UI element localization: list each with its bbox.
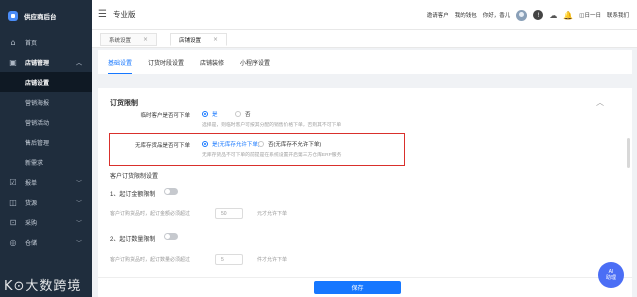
sidebar-item-label: 采购 (25, 220, 38, 227)
watermark-logo: K⊙大数跨境 (4, 279, 82, 294)
subtab-basic[interactable]: 基础设置 (108, 58, 133, 74)
radio-dot (202, 111, 208, 117)
radio-label: 否(无库存不允许下单) (268, 142, 322, 148)
rule2-prefix: 客户订购货品时，起订数量必须超过 (110, 257, 191, 263)
radio-dot (235, 111, 241, 117)
menu-toggle-icon[interactable]: ☰ (98, 9, 107, 20)
sidebar-item-home[interactable]: ⌂ 首页 (0, 32, 92, 52)
topbar: ☰ 专业版 邀请客户 我的钱包 你好，香儿 ! ☁ 🔔 ◫日一日 联系我们 (92, 0, 637, 30)
no-stock-label: 无库存货品是否可下单 (134, 143, 190, 149)
footer: 保存 (98, 277, 632, 297)
tab-label: 系统设置 (109, 37, 132, 44)
logo[interactable]: 供应商后台 (0, 0, 92, 32)
radio-dot (202, 141, 208, 147)
rule2-suffix: 件才允许下单 (257, 257, 288, 263)
subtab-order-time[interactable]: 订货时段设置 (148, 58, 184, 74)
rule1-suffix: 元才允许下单 (257, 211, 288, 217)
chevron-up-icon: ︿ (75, 59, 82, 67)
logo-text: 供应商后台 (24, 14, 57, 21)
temp-customer-no-radio[interactable]: 否 (235, 110, 251, 118)
no-stock-no-radio[interactable]: 否(无库存不允许下单) (258, 140, 321, 148)
rule1-prefix: 客户订购货品时，起订金额必须超过 (110, 211, 191, 217)
order-limit-card: 订货限制 ︿ 临时客户是否可下单 是 否 选择是，则临时客户可按其分配的销售价格… (98, 88, 632, 297)
sidebar-item-label: 仓储 (25, 240, 38, 247)
collapse-icon[interactable]: ︿ (596, 97, 604, 108)
edition-label: 专业版 (112, 10, 136, 19)
radio-label: 是(无库存允许下单) (212, 142, 260, 148)
invite-customer-link[interactable]: 邀请客户 (427, 11, 449, 19)
purchase-icon: ⊡ (9, 217, 17, 227)
temp-customer-label: 临时客户是否可下单 (140, 113, 190, 119)
warehouse-icon: ◎ (9, 237, 17, 247)
subtab-decoration[interactable]: 店铺装修 (200, 58, 224, 74)
tab-label: 店铺设置 (179, 37, 202, 44)
sidebar-subitem-marketing[interactable]: 营销活动 (0, 112, 92, 132)
tab-system-settings[interactable]: 系统设置 × (100, 33, 158, 46)
save-button[interactable]: 保存 (314, 281, 401, 294)
chevron-down-icon: ﹀ (75, 239, 82, 247)
topbar-right: 邀请客户 我的钱包 你好，香儿 ! ☁ 🔔 ◫日一日 联系我们 (427, 0, 629, 30)
scrollbar[interactable] (627, 138, 630, 168)
sidebar-item-label: 报单 (25, 180, 38, 187)
cloud-icon[interactable]: ☁ (549, 11, 557, 20)
rule1-title: 1、起订金额限制 (110, 192, 156, 198)
no-stock-yes-radio[interactable]: 是(无库存允许下单) (202, 140, 260, 148)
sidebar-item-orders[interactable]: ☑ 报单 ﹀ (0, 172, 92, 192)
rule2-title: 2、起订数量限制 (110, 237, 156, 243)
min-quantity-input[interactable]: 5 (215, 254, 243, 265)
no-stock-hint: 无库存货品不可下单的前提是在系统设置开启第三方仓库ERP服务 (202, 153, 342, 158)
signin-link[interactable]: ◫日一日 (579, 11, 601, 19)
sidebar-item-label: 店铺管理 (25, 60, 50, 67)
radio-label: 否 (245, 112, 251, 118)
close-icon[interactable]: × (143, 36, 148, 43)
tab-store-settings[interactable]: 店铺设置 × (170, 33, 228, 46)
chevron-down-icon: ﹀ (75, 199, 82, 207)
chevron-down-icon: ﹀ (75, 219, 82, 227)
sidebar-item-warehouse[interactable]: ◎ 仓储 ﹀ (0, 232, 92, 252)
highlight-box (109, 133, 405, 166)
sidebar-item-label: 首页 (25, 40, 38, 47)
sidebar-item-sources[interactable]: ◫ 货源 ﹀ (0, 192, 92, 212)
sidebar-subitem-store-settings[interactable]: 店铺设置 (0, 72, 92, 92)
sidebar-item-label: 货源 (25, 200, 38, 207)
ai-sub-label: 助理 (605, 275, 616, 281)
rules-title: 客户订货限制设置 (110, 174, 159, 180)
bell-icon[interactable]: 🔔 (563, 11, 573, 20)
min-amount-input[interactable]: 50 (215, 208, 243, 219)
wallet-link[interactable]: 我的钱包 (455, 11, 477, 19)
ai-assistant-button[interactable]: AI 助理 (598, 262, 624, 288)
sidebar-item-purchase[interactable]: ⊡ 采购 ﹀ (0, 212, 92, 232)
logo-icon (8, 11, 18, 21)
sidebar-subitem-poster[interactable]: 营销海报 (0, 92, 92, 112)
min-amount-toggle[interactable] (164, 188, 178, 195)
sidebar: 供应商后台 ⌂ 首页 ▣ 店铺管理 ︿ 店铺设置 营销海报 营销活动 售后管理 … (0, 0, 92, 297)
page-tabbar: 系统设置 × 店铺设置 × (92, 30, 637, 48)
info-icon[interactable]: ! (533, 10, 544, 20)
product-icon: ◫ (9, 197, 17, 207)
sidebar-subitem-requests[interactable]: 新需求 (0, 152, 92, 172)
sidebar-subitem-aftersale[interactable]: 售后管理 (0, 132, 92, 152)
home-icon: ⌂ (10, 37, 16, 47)
temp-customer-hint: 选择是，则临时客户可按其分配的销售价格下单，否则其不可下单 (202, 123, 342, 128)
greeting[interactable]: 你好，香儿 (483, 11, 511, 19)
avatar[interactable] (516, 9, 528, 21)
min-quantity-toggle[interactable] (164, 233, 178, 240)
contact-us-link[interactable]: 联系我们 (607, 11, 629, 19)
settings-subtabs: 基础设置 订货时段设置 店铺装修 小程序设置 (98, 50, 632, 74)
radio-dot (258, 141, 264, 147)
sidebar-item-store[interactable]: ▣ 店铺管理 ︿ (0, 52, 92, 72)
order-icon: ☑ (9, 177, 17, 187)
chevron-down-icon: ﹀ (75, 179, 82, 187)
radio-label: 是 (212, 112, 218, 118)
close-icon[interactable]: × (213, 36, 218, 43)
section-title: 订货限制 (110, 100, 138, 107)
store-icon: ▣ (9, 57, 17, 67)
subtab-miniprogram[interactable]: 小程序设置 (240, 58, 270, 74)
temp-customer-yes-radio[interactable]: 是 (202, 110, 218, 118)
